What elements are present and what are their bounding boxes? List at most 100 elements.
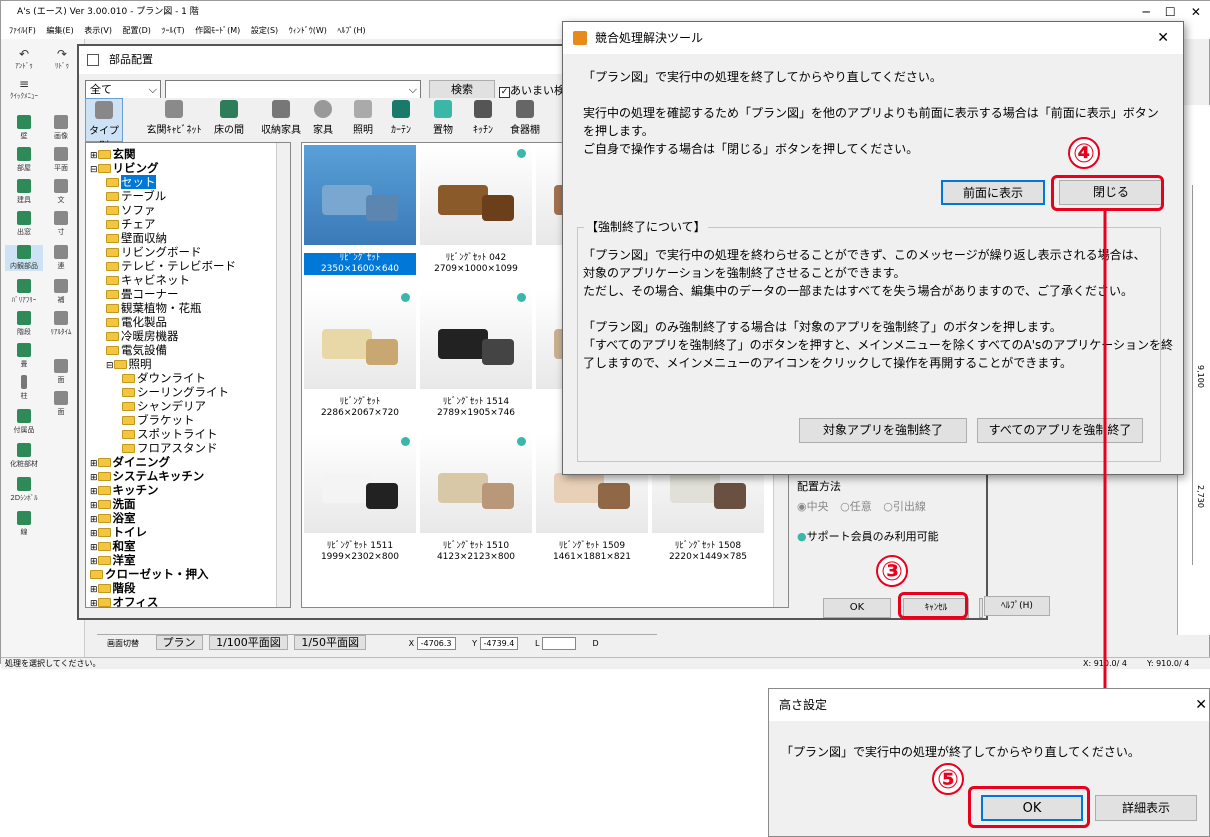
parts-item[interactable]: ﾘﾋﾞﾝｸﾞｾｯﾄ 1511 1999×2302×800 [304, 433, 416, 573]
parts-item[interactable]: ﾘﾋﾞﾝｸﾞｾｯﾄ 1510 4123×2123×800 [420, 433, 532, 573]
tree-node[interactable]: ⊞ オフィス [90, 595, 158, 607]
tool-face-a[interactable]: 面 [45, 359, 77, 385]
search-input[interactable]: ⌵ [165, 80, 421, 100]
tree-node[interactable]: 冷暖房機器 [106, 329, 179, 343]
parts-item[interactable]: ﾘﾋﾞﾝｸﾞｾｯﾄ 2350×1600×640 [304, 145, 416, 285]
tool-link[interactable]: 連 [45, 245, 77, 271]
tree-node[interactable]: セット [106, 175, 156, 189]
parts-item[interactable]: ﾘﾋﾞﾝｸﾞｾｯﾄ 042 2709×1000×1099 [420, 145, 532, 285]
tool-room[interactable]: 部屋 [5, 147, 43, 173]
detail-button[interactable]: 詳細表示 [1095, 795, 1197, 821]
category-curtain[interactable]: ｶｰﾃﾝ [379, 98, 423, 136]
tool-image[interactable]: 画像 [45, 115, 77, 141]
kill-target-button[interactable]: 対象アプリを強制終了 [799, 418, 967, 443]
tree-node[interactable]: テレビ・テレビボード [106, 259, 236, 273]
tree-node[interactable]: クローゼット・押入 [90, 567, 209, 581]
tool-decor[interactable]: 化粧部材 [5, 443, 43, 469]
menu-file[interactable]: ﾌｧｲﾙ(F) [9, 26, 36, 35]
menu-place[interactable]: 配置(D) [123, 26, 151, 35]
close-icon[interactable]: ✕ [1157, 22, 1169, 54]
menu-view[interactable]: 表示(V) [84, 26, 112, 35]
tree-node[interactable]: スポットライト [122, 427, 218, 441]
menu-help[interactable]: ﾍﾙﾌﾟ(H) [337, 26, 365, 35]
tree-node[interactable]: 壁面収納 [106, 231, 167, 245]
tool-line[interactable]: 線 [5, 511, 43, 537]
expander-icon[interactable]: ⊞ [90, 529, 98, 539]
tree-node[interactable]: 畳コーナー [106, 287, 179, 301]
category-ornament[interactable]: 置物 [421, 98, 465, 136]
category-cupboard[interactable]: 食器棚 [503, 98, 547, 136]
fuzzy-checkbox[interactable]: ✓ あいまい検 [499, 82, 565, 98]
tool-wall[interactable]: 壁 [5, 115, 43, 141]
expander-icon[interactable]: ⊞ [90, 585, 98, 595]
tool-baywindow[interactable]: 出窓 [5, 211, 43, 237]
category-kitchen[interactable]: ｷｯﾁﾝ [461, 98, 505, 136]
expander-icon[interactable]: ⊟ [90, 165, 98, 175]
menu-mode[interactable]: 作図ﾓｰﾄﾞ(M) [195, 26, 240, 35]
category-type[interactable]: タイプ別 [85, 98, 123, 152]
filter-select[interactable]: 全て ⌵ [85, 80, 161, 100]
tree-node[interactable]: チェア [106, 217, 156, 231]
tool-barrierfree[interactable]: ﾊﾞﾘｱﾌﾘｰ [5, 279, 43, 305]
tool-stairs[interactable]: 階段 [5, 311, 43, 337]
tree-node[interactable]: シャンデリア [122, 399, 206, 413]
expander-icon[interactable]: ⊞ [90, 473, 98, 483]
expander-icon[interactable]: ⊞ [90, 501, 98, 511]
expander-icon[interactable]: ⊞ [90, 151, 98, 161]
tree-node[interactable]: キャビネット [106, 273, 190, 287]
tree-node[interactable]: リビングボード [106, 245, 202, 259]
radio-leader[interactable]: ○引出線 [883, 500, 926, 513]
parts-item[interactable]: ﾘﾋﾞﾝｸﾞｾｯﾄ 2286×2067×720 [304, 289, 416, 429]
tree-node[interactable]: フロアスタンド [122, 441, 218, 455]
undo-button[interactable]: ↶ ｱﾝﾄﾞｩ [5, 47, 43, 71]
tool-text[interactable]: 文 [45, 179, 77, 205]
category-alcove[interactable]: 床の間 [203, 98, 255, 136]
help-button[interactable]: ﾍﾙﾌﾟ(H) [984, 596, 1050, 616]
tool-dimension[interactable]: 寸 [45, 211, 77, 237]
expander-icon[interactable]: ⊞ [90, 543, 98, 553]
category-entrance-cabinet[interactable]: 玄関ｷｬﾋﾞﾈｯﾄ [143, 98, 205, 136]
tool-pillar[interactable]: 柱 [5, 375, 43, 401]
tool-plane[interactable]: 平面 [45, 147, 77, 173]
tree-node[interactable]: シーリングライト [122, 385, 229, 399]
tree-node[interactable]: ダウンライト [122, 371, 206, 385]
menu-settings[interactable]: 設定(S) [251, 26, 278, 35]
tree-node[interactable]: 電気設備 [106, 343, 167, 357]
menu-tools[interactable]: ﾂｰﾙ(T) [161, 26, 184, 35]
expander-icon[interactable]: ⊞ [90, 487, 98, 497]
parts-item[interactable]: ﾘﾋﾞﾝｸﾞｾｯﾄ 1514 2789×1905×746 [420, 289, 532, 429]
expander-icon[interactable]: ⊞ [90, 599, 98, 607]
search-button[interactable]: 検索 [429, 80, 495, 100]
close-icon[interactable]: ✕ [1195, 689, 1207, 721]
tool-realtime[interactable]: ﾘｱﾙﾀｲﾑ [45, 311, 77, 337]
tool-2dsymbol[interactable]: 2Dｼﾝﾎﾞﾙ [5, 477, 43, 503]
expander-icon[interactable]: ⊞ [90, 515, 98, 525]
menu-window[interactable]: ｳｨﾝﾄﾞｳ(W) [289, 26, 327, 35]
radio-free[interactable]: ○任意 [840, 500, 872, 513]
plan-100-tab[interactable]: 1/100平面図 [209, 635, 288, 650]
expander-icon[interactable]: ⊞ [90, 557, 98, 567]
tree-node[interactable]: ソファ [106, 203, 156, 217]
quick-menu-button[interactable]: ≡ ｸｲｯｸﾒﾆｭｰ [5, 77, 43, 101]
menu-edit[interactable]: 編集(E) [46, 26, 73, 35]
plan-50-tab[interactable]: 1/50平面図 [294, 635, 367, 650]
tool-fitting[interactable]: 建具 [5, 179, 43, 205]
tool-supplement[interactable]: 補 [45, 279, 77, 305]
plan-tab[interactable]: プラン [155, 635, 203, 650]
category-furniture[interactable]: 家具 [301, 98, 345, 136]
tree-scrollbar[interactable] [276, 143, 290, 607]
tool-tatami[interactable]: 畳 [5, 343, 43, 369]
tree-node[interactable]: テーブル [106, 189, 166, 203]
redo-button[interactable]: ↷ ﾘﾄﾞｩ [43, 47, 81, 71]
tree-node[interactable]: ブラケット [122, 413, 195, 427]
tree-node[interactable]: 観葉植物・花瓶 [106, 301, 202, 315]
tree-node[interactable]: 電化製品 [106, 315, 167, 329]
tool-accessory[interactable]: 付属品 [5, 409, 43, 435]
expander-icon[interactable]: ⊞ [90, 459, 98, 469]
expander-icon[interactable]: ⊟ [106, 361, 114, 371]
window-controls[interactable]: ─ ☐ ✕ [1142, 1, 1201, 23]
radio-center[interactable]: ◉中央 [797, 500, 829, 513]
category-storage[interactable]: 収納家具 [255, 98, 307, 136]
ok-button[interactable]: OK [823, 598, 891, 618]
tool-face-b[interactable]: 面 [45, 391, 77, 417]
